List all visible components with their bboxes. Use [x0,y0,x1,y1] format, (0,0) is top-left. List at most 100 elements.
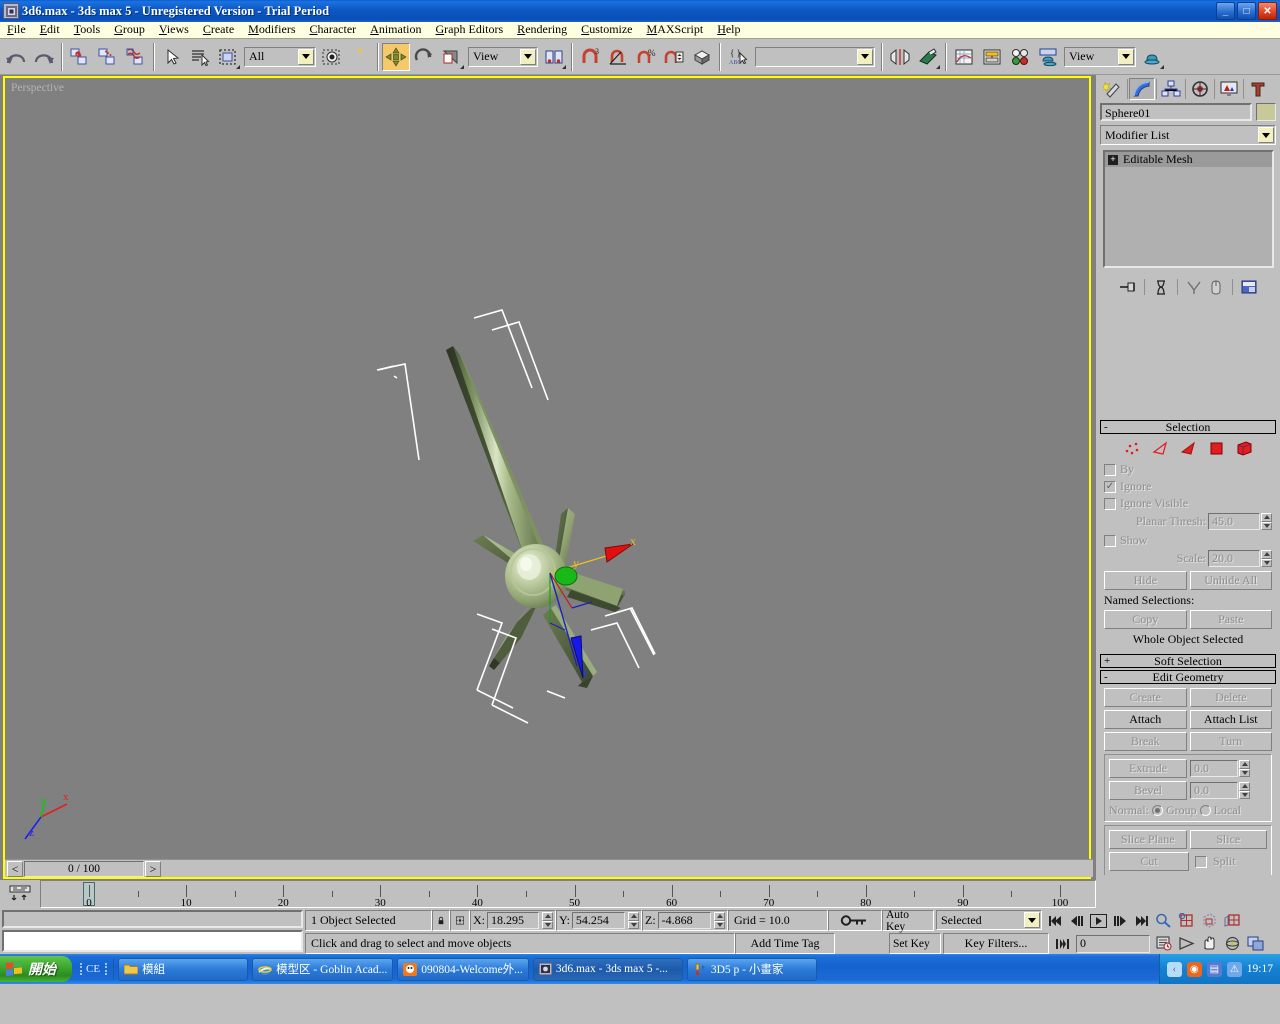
menu-item-views[interactable]: Views [152,21,196,39]
taskbar-item-active[interactable]: 3d6.max - 3ds max 5 -... [532,957,683,981]
select-and-rotate-button[interactable] [410,42,438,71]
key-filters-button[interactable]: Key Filters... [943,933,1049,954]
x-coordinate-field[interactable]: 18.295 [487,912,539,929]
menu-item-tools[interactable]: Tools [67,21,108,39]
maxscript-input-pane[interactable] [2,930,303,952]
edit-geometry-rollout-header[interactable]: - Edit Geometry [1100,670,1276,684]
reference-coordinate-system-combo[interactable]: View [468,46,538,67]
object-name-field[interactable]: Sphere01 [1100,103,1252,121]
expand-icon[interactable]: + [1108,154,1118,165]
ignore-backfacing-checkbox[interactable]: ✓ Ignore [1104,479,1272,494]
field-of-view-icon[interactable] [1178,936,1195,951]
scale-spinner[interactable]: 20.0 [1208,550,1272,567]
window-crossing-button[interactable] [318,42,346,71]
modify-tab[interactable] [1129,78,1155,100]
render-scene-button[interactable] [1034,42,1062,71]
spinner-arrows[interactable] [628,912,639,929]
select-and-move-button[interactable] [382,42,410,71]
play-animation-icon[interactable] [1090,913,1107,928]
use-pivot-point-center-button[interactable] [540,42,568,71]
select-and-link-button[interactable] [66,42,94,71]
checkbox-box[interactable]: ✓ [1104,480,1116,493]
time-slider-handle[interactable]: 0 / 100 [24,861,144,877]
taskbar-item[interactable]: 090804-Welcome外... [397,957,529,981]
spinner-snap-toggle-button[interactable] [660,42,688,71]
close-button[interactable]: ✕ [1258,2,1277,20]
bevel-value[interactable]: 0.0 [1190,782,1238,799]
zoom-icon[interactable] [1155,913,1172,928]
undo-button[interactable] [2,42,30,71]
normal-group-radio[interactable] [1152,805,1163,816]
taskbar-item[interactable]: 3D5 p - 小畫家 [686,957,817,981]
checkbox-box[interactable] [1104,497,1116,510]
set-key-button[interactable]: Set Key [889,933,941,954]
maxscript-output-pane[interactable] [2,910,303,928]
make-unique-icon[interactable] [1183,277,1205,297]
angle-snap-toggle-button[interactable] [604,42,632,71]
turn-button[interactable]: Turn [1189,732,1272,751]
render-type-combo[interactable]: View [1064,46,1136,67]
material-editor-button[interactable] [1006,42,1034,71]
time-configuration-icon[interactable] [1156,936,1172,951]
chevron-down-icon[interactable] [1118,48,1134,65]
utilities-tab[interactable] [1245,78,1271,100]
collapse-icon[interactable]: - [1104,421,1108,433]
modifier-stack-item[interactable]: + Editable Mesh [1105,152,1272,167]
previous-frame-small-button[interactable]: < [7,861,23,877]
menu-item-group[interactable]: Group [107,21,152,39]
key-mode-toggle-button[interactable] [828,910,882,931]
select-and-scale-button[interactable] [438,42,466,71]
refine-ends-checkbox[interactable]: ✓ Refine Ends [1109,873,1267,875]
go-to-end-icon[interactable] [1134,915,1149,927]
collapse-icon[interactable]: - [1104,671,1108,683]
selection-lock-toggle[interactable] [432,910,450,931]
menu-item-modifiers[interactable]: Modifiers [241,21,302,39]
redo-button[interactable] [30,42,58,71]
key-mode-toggle-icon[interactable] [1055,938,1070,950]
zoom-all-icon[interactable] [1178,913,1195,928]
maximize-viewport-toggle-icon[interactable] [1247,936,1264,951]
next-frame-small-button[interactable]: > [145,861,161,877]
menu-item-graph-editors[interactable]: Graph Editors [429,21,511,39]
warning-icon[interactable]: ⚠ [1226,961,1242,977]
slice-button[interactable]: Slice [1189,830,1267,849]
paste-button[interactable]: Paste [1189,610,1272,629]
soft-selection-rollout-header[interactable]: + Soft Selection [1100,654,1276,668]
timeline-ruler[interactable]: 0 10 20 30 40 50 60 70 80 90 100 [40,880,1096,908]
chevron-down-icon[interactable] [298,48,314,65]
edge-icon[interactable] [1151,441,1169,456]
chevron-down-icon[interactable] [520,48,536,65]
vertex-icon[interactable] [1124,441,1141,456]
schematic-view-button[interactable] [978,42,1006,71]
arc-rotate-icon[interactable] [1224,936,1241,951]
current-frame-field[interactable]: 0 [1076,934,1150,953]
extrude-spinner[interactable]: 0.0 [1190,760,1250,777]
break-button[interactable]: Break [1104,732,1187,751]
absolute-relative-transform-toggle[interactable] [450,910,470,931]
attach-list-button[interactable]: Attach List [1189,710,1272,729]
unhide-all-button[interactable]: Unhide All [1189,571,1272,590]
planar-threshold-value[interactable]: 45.0 [1208,513,1260,530]
key-filter-mode-combo[interactable]: Selected [936,910,1042,930]
spinner-arrows[interactable] [1239,782,1250,799]
element-icon[interactable] [1236,441,1253,456]
perspective-viewport[interactable]: Perspective x y z x y z < 0 / 100 > [3,76,1093,879]
zoom-extents-icon[interactable] [1201,913,1218,928]
previous-frame-icon[interactable] [1069,915,1084,927]
polygon-icon[interactable] [1208,441,1225,456]
show-normals-checkbox[interactable]: Show [1104,533,1272,548]
checkbox-box[interactable] [1104,463,1116,476]
scale-value[interactable]: 20.0 [1208,550,1260,567]
add-time-tag-button[interactable]: Add Time Tag [735,933,835,954]
planar-threshold-spinner[interactable]: 45.0 [1208,513,1272,530]
pan-icon[interactable] [1201,936,1218,951]
named-selection-set-combo[interactable] [755,46,875,67]
expand-icon[interactable]: + [1104,655,1110,667]
menu-item-edit[interactable]: Edit [33,21,67,39]
spinner-arrows[interactable] [542,912,553,929]
menu-item-file[interactable]: File [0,21,33,39]
z-coordinate-field[interactable]: -4.868 [657,912,711,929]
align-button[interactable] [914,42,942,71]
menu-item-character[interactable]: Character [303,21,364,39]
selection-filter-combo[interactable]: All [244,46,316,67]
